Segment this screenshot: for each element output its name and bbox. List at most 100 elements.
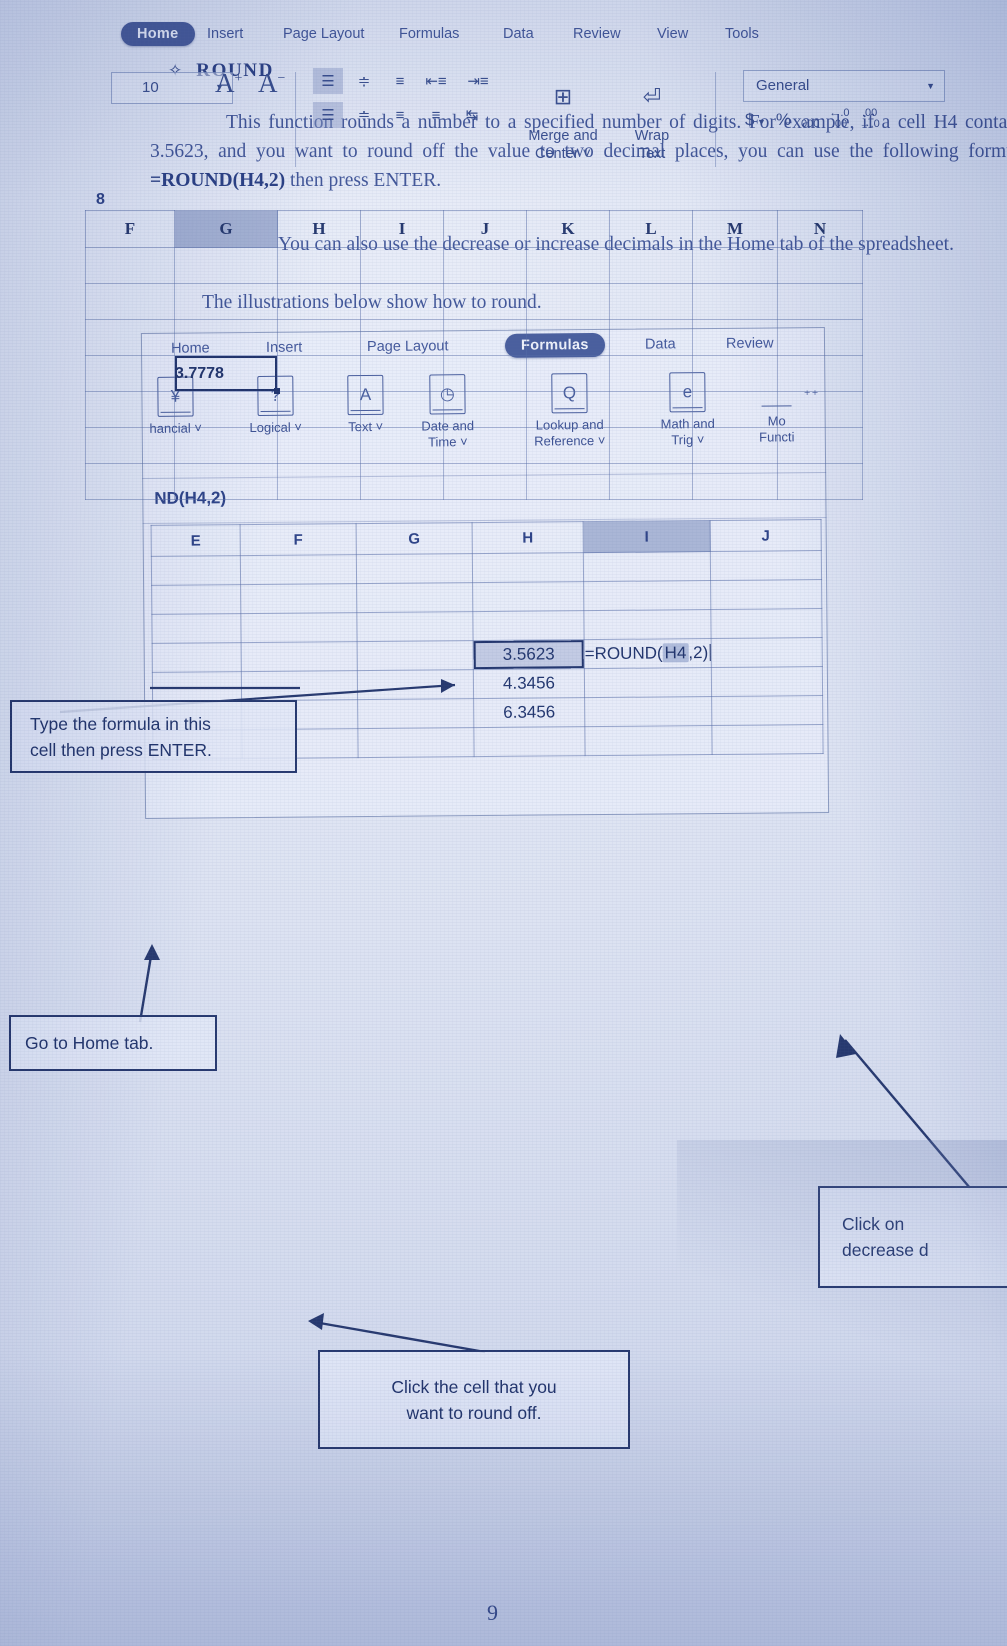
cell[interactable] xyxy=(526,247,610,284)
cell[interactable] xyxy=(777,463,863,500)
col-header-G[interactable]: G xyxy=(174,210,278,248)
align-bottom-icon[interactable]: ≡ xyxy=(385,68,415,94)
cell[interactable] xyxy=(174,247,278,284)
col-header-H[interactable]: H xyxy=(472,521,584,554)
align-center-icon[interactable]: ≑ xyxy=(349,102,379,128)
cell[interactable] xyxy=(526,427,610,464)
cell[interactable] xyxy=(443,391,527,428)
cell[interactable] xyxy=(151,613,242,644)
tab-home[interactable]: Home xyxy=(121,22,195,46)
cell[interactable] xyxy=(360,391,444,428)
number-format-select[interactable]: General ▼ xyxy=(743,70,945,102)
tab-insert[interactable]: Insert xyxy=(207,26,243,42)
comma-style-button[interactable]: 000 xyxy=(801,119,819,130)
cell[interactable] xyxy=(356,582,473,613)
cell[interactable] xyxy=(692,247,778,284)
cell[interactable] xyxy=(85,319,175,356)
cell[interactable] xyxy=(360,247,444,284)
decrease-decimal-button[interactable]: ←.0 .00 xyxy=(829,108,849,130)
cell[interactable] xyxy=(360,427,444,464)
cell[interactable] xyxy=(443,283,527,320)
tab-formulas[interactable]: Formulas xyxy=(399,26,459,42)
cell[interactable] xyxy=(584,667,712,698)
cell[interactable] xyxy=(85,391,175,428)
cell[interactable] xyxy=(692,463,778,500)
currency-button[interactable]: $ ▼ xyxy=(745,110,766,130)
cell[interactable] xyxy=(241,670,358,701)
col-header-J[interactable]: J xyxy=(710,519,822,552)
cell[interactable] xyxy=(609,319,693,356)
cell[interactable] xyxy=(710,550,822,581)
cell[interactable] xyxy=(609,355,693,392)
cell[interactable] xyxy=(710,579,822,610)
cell[interactable] xyxy=(357,698,474,729)
decrease-indent-icon[interactable]: ⇤≡ xyxy=(421,68,451,94)
shrink-font-button[interactable]: A− xyxy=(258,68,285,99)
align-left-icon[interactable]: ☰ xyxy=(313,102,343,128)
align-middle-icon[interactable]: ≑ xyxy=(349,68,379,94)
cell-i4-formula[interactable]: =ROUND(H4,2) xyxy=(584,638,712,669)
cell[interactable] xyxy=(174,391,278,428)
chevron-down-icon[interactable]: ▼ xyxy=(754,117,766,127)
cell[interactable] xyxy=(692,391,778,428)
cell[interactable] xyxy=(240,612,358,643)
cell[interactable] xyxy=(277,391,361,428)
selected-cell-g[interactable]: 3.7778 xyxy=(174,355,280,394)
cell[interactable] xyxy=(711,695,823,726)
col-header-M[interactable]: M xyxy=(692,210,778,248)
chevron-down-icon[interactable]: ▼ xyxy=(926,81,935,91)
align-top-icon[interactable]: ☰ xyxy=(313,68,343,94)
col-header-G[interactable]: G xyxy=(356,522,473,555)
grow-font-button[interactable]: A+ xyxy=(215,68,242,99)
cell[interactable] xyxy=(360,283,444,320)
cell[interactable] xyxy=(473,726,586,757)
cell[interactable] xyxy=(777,319,863,356)
cell[interactable] xyxy=(777,427,863,464)
cell[interactable] xyxy=(711,724,824,755)
cell[interactable] xyxy=(692,283,778,320)
cell[interactable] xyxy=(692,427,778,464)
cell[interactable] xyxy=(777,247,863,284)
cell[interactable] xyxy=(443,355,527,392)
cell[interactable] xyxy=(609,463,693,500)
cell[interactable] xyxy=(526,319,610,356)
cell[interactable] xyxy=(443,427,527,464)
cell[interactable] xyxy=(443,319,527,356)
tab-review[interactable]: Review xyxy=(573,26,621,42)
cell[interactable] xyxy=(443,463,527,500)
cell[interactable] xyxy=(360,355,444,392)
cell[interactable] xyxy=(85,247,175,284)
cell[interactable] xyxy=(151,584,241,615)
cell[interactable] xyxy=(360,463,444,500)
cell[interactable] xyxy=(174,319,278,356)
cell[interactable] xyxy=(710,608,823,639)
cell[interactable] xyxy=(609,427,693,464)
cell[interactable] xyxy=(472,610,585,641)
cell[interactable] xyxy=(609,283,693,320)
cell[interactable] xyxy=(277,247,361,284)
cell[interactable] xyxy=(152,671,242,702)
align-right-icon[interactable]: ≡ xyxy=(385,102,415,128)
cell-h5-value[interactable]: 4.3456 xyxy=(473,668,585,699)
cell[interactable] xyxy=(472,581,584,612)
cell[interactable] xyxy=(609,247,693,284)
cell[interactable] xyxy=(277,319,361,356)
cell[interactable] xyxy=(443,247,527,284)
cell[interactable] xyxy=(777,355,863,392)
cell[interactable] xyxy=(526,463,610,500)
cell[interactable] xyxy=(357,640,474,671)
tab-page-layout[interactable]: Page Layout xyxy=(283,26,364,42)
wrap-text-button[interactable]: ⏎ Wrap Text xyxy=(617,70,687,163)
col-header-J[interactable]: J xyxy=(443,210,527,248)
cell[interactable] xyxy=(777,283,863,320)
cell[interactable] xyxy=(360,319,444,356)
cell[interactable] xyxy=(356,611,474,642)
increase-indent-icon[interactable]: ⇥≡ xyxy=(463,68,493,94)
cell[interactable] xyxy=(584,725,713,756)
cell[interactable] xyxy=(356,553,473,584)
cell[interactable] xyxy=(526,355,610,392)
cell[interactable] xyxy=(277,427,361,464)
cell[interactable] xyxy=(692,355,778,392)
cell[interactable] xyxy=(711,666,823,697)
cell[interactable] xyxy=(152,642,242,673)
